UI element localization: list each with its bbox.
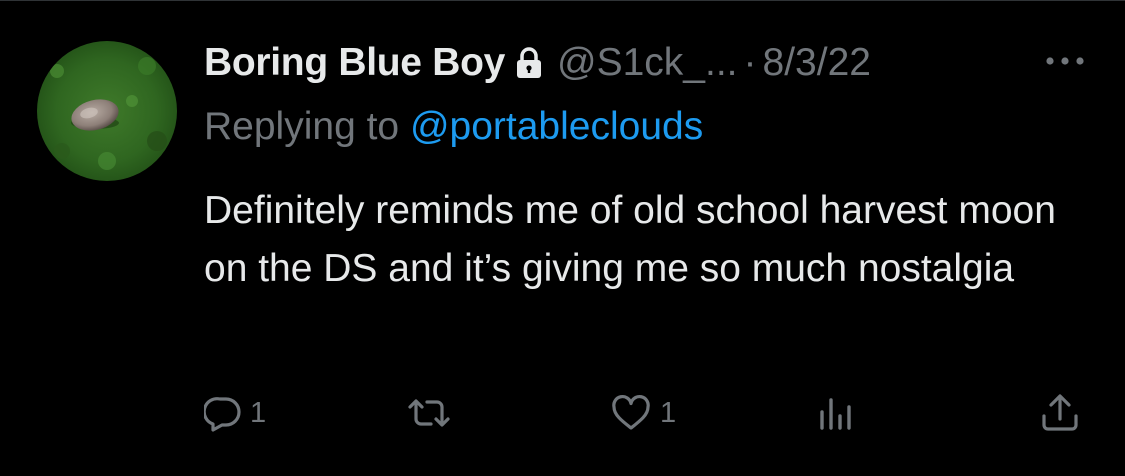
like-button[interactable]: 1: [610, 391, 676, 435]
views-button[interactable]: [816, 391, 866, 435]
share-button[interactable]: [1039, 391, 1081, 435]
user-handle[interactable]: @S1ck_...: [557, 41, 738, 85]
reply-bubble-icon: [204, 394, 242, 432]
tweet-header: Boring Blue Boy @S1ck_... · 8/3/22: [204, 37, 871, 89]
tweet-text: Definitely reminds me of old school harv…: [204, 189, 1056, 290]
avatar-image: [37, 41, 177, 181]
action-bar: 1 1: [0, 391, 1125, 435]
tweet-date[interactable]: 8/3/22: [763, 41, 871, 85]
heart-icon: [610, 394, 652, 432]
more-horizontal-icon[interactable]: [1042, 51, 1088, 71]
lock-icon: [515, 46, 543, 80]
reply-button[interactable]: 1: [204, 391, 266, 435]
replying-to-mention[interactable]: @portableclouds: [410, 105, 703, 148]
avatar[interactable]: [37, 41, 177, 181]
views-bar-chart-icon: [816, 394, 858, 432]
replying-prefix: Replying to: [204, 105, 410, 148]
like-count: 1: [660, 396, 677, 429]
share-upload-icon: [1039, 392, 1081, 434]
display-name[interactable]: Boring Blue Boy: [204, 41, 505, 85]
retweet-button[interactable]: [405, 391, 461, 435]
tweet[interactable]: Boring Blue Boy @S1ck_... · 8/3/22 Reply…: [0, 0, 1125, 476]
reply-count: 1: [250, 396, 267, 429]
retweet-icon: [405, 394, 453, 432]
separator-dot: ·: [743, 41, 757, 84]
replying-to-line: Replying to @portableclouds: [204, 105, 703, 149]
